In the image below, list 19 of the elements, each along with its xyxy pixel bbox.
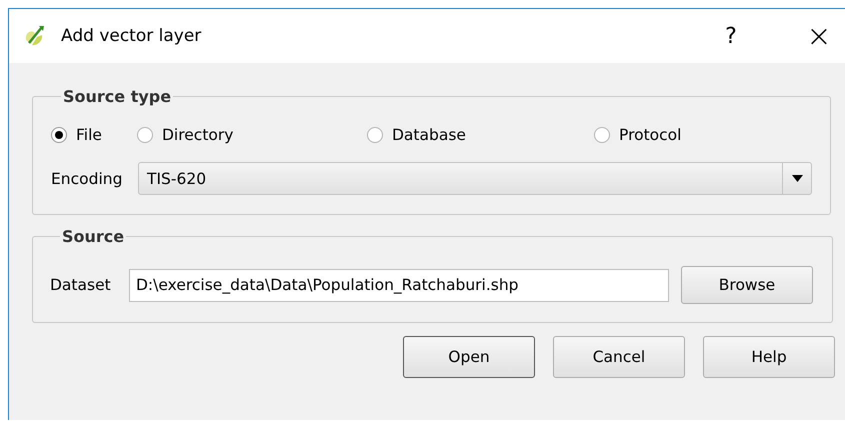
- encoding-dropdown[interactable]: TIS-620: [138, 162, 812, 195]
- browse-button[interactable]: Browse: [681, 266, 813, 304]
- group-title: Source type: [62, 87, 172, 106]
- help-button[interactable]: ?: [711, 24, 751, 48]
- dialog-button[interactable]: Cancel: [553, 336, 685, 378]
- dialog-button[interactable]: Help: [703, 336, 835, 378]
- dialog-button[interactable]: Open: [403, 336, 535, 378]
- radio-option[interactable]: File: [51, 126, 137, 144]
- close-button[interactable]: ×: [799, 18, 839, 54]
- dataset-field[interactable]: D:\exercise_data\Data\Population_Ratchaburi.shp: [129, 268, 669, 302]
- encoding-label: Encoding: [51, 170, 124, 188]
- app-icon: [23, 24, 47, 48]
- caret-icon: [792, 175, 802, 182]
- radio-option[interactable]: Database: [367, 126, 594, 144]
- radio-option[interactable]: Protocol: [594, 126, 812, 144]
- window-title: Add vector layer: [61, 26, 202, 46]
- group-title: Source: [61, 227, 126, 246]
- radio-option[interactable]: Directory: [137, 126, 367, 144]
- dataset-label: Dataset: [50, 276, 112, 294]
